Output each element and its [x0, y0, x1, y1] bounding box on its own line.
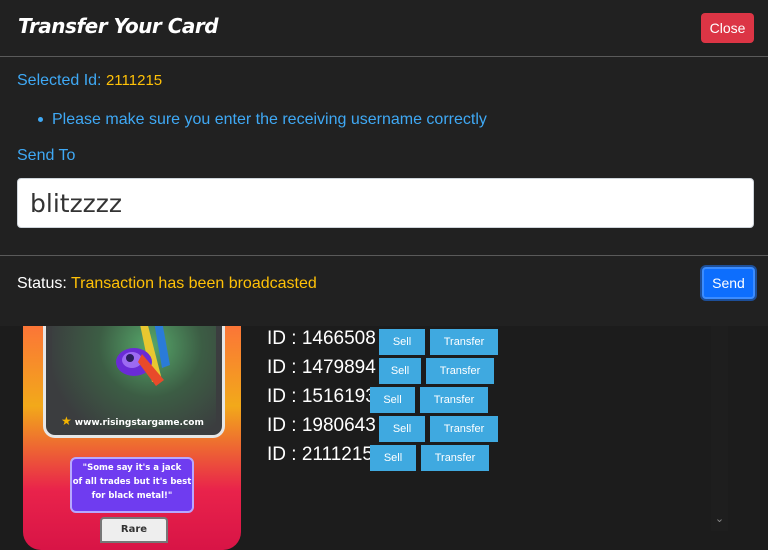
star-icon: ★ [61, 414, 72, 428]
send-to-label: Send To [17, 147, 76, 164]
status-value: Transaction has been broadcasted [70, 275, 317, 292]
card-id-label: ID : 1516193 [267, 386, 376, 407]
transfer-modal: Transfer Your Card Close Selected Id: 21… [0, 0, 768, 326]
close-button[interactable]: Close [701, 13, 754, 43]
chevron-down-icon[interactable]: ⌄ [711, 512, 728, 526]
sell-button[interactable]: Sell [379, 358, 421, 384]
transfer-button[interactable]: Transfer [420, 387, 488, 413]
status-label: Status: [17, 275, 67, 292]
transfer-button[interactable]: Transfer [426, 358, 494, 384]
card-quote: "Some say it's a jack of all trades but … [70, 457, 194, 513]
card-id-label: ID : 1980643 [267, 415, 376, 436]
transfer-button[interactable]: Transfer [421, 445, 489, 471]
card-rarity: Rare [100, 517, 168, 543]
selected-id: Selected Id: 2111215 [17, 72, 162, 90]
card-id-label: ID : 2111215 [267, 444, 373, 465]
selected-id-label: Selected Id: [17, 72, 102, 89]
modal-header: Transfer Your Card Close [0, 0, 768, 57]
card-artwork [52, 310, 216, 429]
card-url-text: ★ www.risingstargame.com [61, 414, 204, 428]
modal-title: Transfer Your Card [18, 14, 219, 38]
username-notice: Please make sure you enter the receiving… [38, 111, 487, 129]
status-line: Status: Transaction has been broadcasted [17, 275, 317, 293]
send-button[interactable]: Send [702, 267, 755, 299]
divider [0, 255, 768, 256]
sell-button[interactable]: Sell [379, 329, 425, 355]
card-id-label: ID : 1479894 [267, 357, 376, 378]
transfer-button[interactable]: Transfer [430, 329, 498, 355]
list-scrollbar[interactable]: ⌄ [711, 326, 728, 531]
bullet-icon [38, 117, 43, 123]
username-input[interactable] [17, 178, 754, 228]
transfer-button[interactable]: Transfer [430, 416, 498, 442]
sell-button[interactable]: Sell [370, 387, 415, 413]
sell-button[interactable]: Sell [370, 445, 416, 471]
card-id-label: ID : 1466508 [267, 328, 376, 349]
card-image: ★ www.risingstargame.com "Some say it's a… [23, 310, 241, 550]
selected-id-value: 2111215 [105, 72, 163, 89]
card-id-list: ID : 1466508 Sell Transfer ID : 1479894 … [262, 326, 712, 531]
guitar-icon [116, 310, 170, 386]
sell-button[interactable]: Sell [379, 416, 425, 442]
